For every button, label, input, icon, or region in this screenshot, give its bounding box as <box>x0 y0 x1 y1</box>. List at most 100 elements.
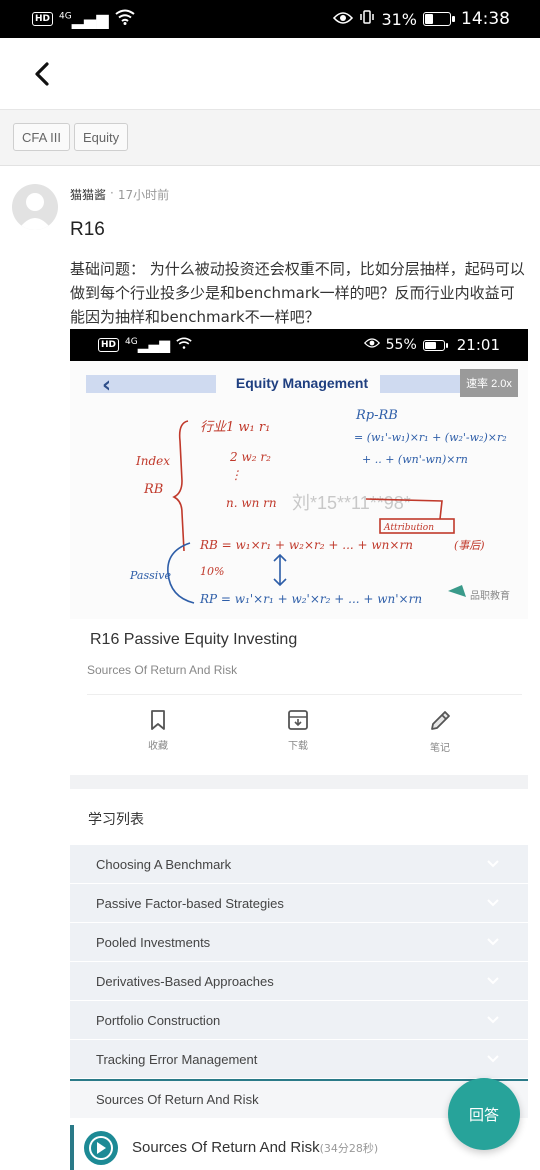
embedded-status-time: 21:01 <box>456 336 500 354</box>
hw-formula2: + .. + (wn'-wn)×rn <box>362 453 468 466</box>
list-item-label: Derivatives-Based Approaches <box>96 973 274 989</box>
download-icon <box>288 710 308 730</box>
author-line: 猫猫酱 · 17小时前 <box>70 186 169 203</box>
playing-title: Sources Of Return And Risk <box>132 1139 320 1156</box>
avatar[interactable] <box>12 184 58 230</box>
active-section-label: Sources Of Return And Risk <box>96 1092 259 1107</box>
hw-rp-formula: RP = w₁'×r₁ + w₂'×r₂ + ... + wn'×rn <box>199 592 422 606</box>
embedded-hd-badge: HD <box>98 338 120 352</box>
chevron-down-icon <box>487 977 499 985</box>
chevron-down-icon <box>487 860 499 868</box>
list-item-label: Passive Factor-based Strategies <box>96 895 284 911</box>
list-item-label: Portfolio Construction <box>96 1012 221 1028</box>
hw-line1: 行业1 w₁ r₁ <box>200 420 270 435</box>
signal-icon: 4G▂▄▆ <box>59 9 109 29</box>
embedded-status-bar: HD 4G▂▄▆ 55% 21:01 <box>70 329 528 361</box>
list-item-label: Tracking Error Management <box>96 1051 258 1067</box>
chevron-left-icon <box>35 62 49 86</box>
hw-rp-rb: Rp-RB <box>355 408 398 423</box>
hw-note: (事后) <box>454 539 485 552</box>
note-button[interactable]: 笔记 <box>410 709 470 754</box>
status-left: HD 4G▂▄▆ <box>32 9 135 29</box>
embedded-battery-icon <box>422 339 448 351</box>
chevron-down-icon <box>487 899 499 907</box>
status-right: 31% 14:38 <box>333 9 510 29</box>
double-arrow <box>273 553 287 587</box>
download-button[interactable]: 下载 <box>268 709 328 752</box>
video-watermark: 刘*15**11**98* <box>292 493 411 513</box>
embedded-battery-percent: 55% <box>385 337 417 353</box>
action-bar: 收藏 下载 笔记 <box>70 709 528 769</box>
hw-index: Index <box>135 454 170 468</box>
hw-percent: 10% <box>200 565 224 578</box>
author-name[interactable]: 猫猫酱 <box>70 186 106 203</box>
hw-rb: RB <box>143 482 163 497</box>
battery-percent: 31% <box>381 9 417 29</box>
brand-logo-text: 品职教育 <box>470 589 510 602</box>
back-button[interactable] <box>24 56 60 92</box>
hw-formula1: = (w₁'-w₁)×r₁ + (w₂'-w₂)×r₂ <box>354 431 507 444</box>
pencil-icon <box>431 711 450 730</box>
video-title: Equity Management <box>235 375 369 391</box>
tag-row: CFA III Equity <box>0 110 540 166</box>
status-bar: HD 4G▂▄▆ 31% 14:38 <box>0 0 540 38</box>
battery-icon <box>423 12 455 26</box>
playing-duration: (34分28秒) <box>319 1141 379 1155</box>
study-list-header: 学习列表 <box>88 812 144 828</box>
embedded-eye-icon <box>363 337 380 353</box>
post-body: 基础问题： 为什么被动投资还会权重不同，比如分层抽样，起码可以做到每个行业投多少… <box>70 260 525 326</box>
brand-logo-icon <box>448 585 466 597</box>
top-nav <box>0 38 540 110</box>
hw-passive: Passive <box>129 569 171 582</box>
video-player[interactable]: ‹ Equity Management 速率 2.0x 行业1 w₁ r₁ In… <box>70 361 528 619</box>
hw-attribution: Attribution <box>383 523 434 533</box>
lesson-subtitle: Sources Of Return And Risk <box>87 663 238 677</box>
list-item[interactable]: Tracking Error Management <box>70 1040 528 1079</box>
chevron-down-icon <box>487 1016 499 1024</box>
answer-button[interactable]: 回答 <box>448 1078 520 1150</box>
hw-row2: 2 w₂ r₂ <box>229 450 271 464</box>
status-time: 14:38 <box>461 9 510 29</box>
list-item[interactable]: Passive Factor-based Strategies <box>70 884 528 923</box>
play-icon[interactable] <box>84 1130 118 1165</box>
download-label: 下载 <box>288 741 308 752</box>
bookmark-button[interactable]: 收藏 <box>128 709 188 752</box>
hw-dots-v: ⋮ <box>230 468 242 482</box>
whiteboard-notes: 行业1 w₁ r₁ Index RB 2 w₂ r₂ ⋮ n. wn rn Rp… <box>129 408 510 606</box>
lesson-title: R16 Passive Equity Investing <box>90 631 298 648</box>
bracket-shape <box>172 420 189 552</box>
list-item[interactable]: Derivatives-Based Approaches <box>70 962 528 1001</box>
list-item-label: Pooled Investments <box>96 934 211 950</box>
chevron-down-icon <box>487 938 499 946</box>
post-separator: · <box>110 186 114 200</box>
hd-badge: HD <box>32 12 54 26</box>
video-header: ‹ Equity Management <box>86 373 518 398</box>
embedded-screenshot[interactable]: HD 4G▂▄▆ 55% 21:01 ‹ Equity Management 速… <box>70 329 528 1170</box>
embedded-status-left: HD 4G▂▄▆ <box>98 337 192 354</box>
divider <box>87 694 522 695</box>
chevron-down-icon <box>487 1055 499 1063</box>
list-item[interactable]: Pooled Investments <box>70 923 528 962</box>
embedded-signal-icon: 4G▂▄▆ <box>125 336 171 354</box>
section-gap <box>70 775 528 789</box>
hw-rown: n. wn rn <box>226 496 277 510</box>
speed-badge[interactable]: 速率 2.0x <box>460 369 518 397</box>
list-item[interactable]: Choosing A Benchmark <box>70 845 528 884</box>
passive-bracket <box>167 542 195 604</box>
list-item[interactable]: Portfolio Construction <box>70 1001 528 1040</box>
hw-rb-formula: RB = w₁×r₁ + w₂×r₂ + ... + wn×rn <box>199 538 413 552</box>
embedded-wifi-icon <box>176 337 192 354</box>
study-list: Choosing A Benchmark Passive Factor-base… <box>70 845 528 1119</box>
post-time: 17小时前 <box>117 188 170 202</box>
bookmark-icon <box>151 710 165 730</box>
note-label: 笔记 <box>430 743 450 754</box>
embedded-status-right: 55% 21:01 <box>363 336 500 354</box>
wifi-icon <box>115 9 135 29</box>
tag-cfa[interactable]: CFA III <box>13 123 71 151</box>
eye-icon <box>333 10 354 29</box>
list-item-label: Choosing A Benchmark <box>96 856 232 872</box>
post-title: R16 <box>70 219 105 240</box>
bookmark-label: 收藏 <box>148 741 168 752</box>
tag-equity[interactable]: Equity <box>74 123 129 151</box>
vibrate-icon <box>359 9 375 29</box>
